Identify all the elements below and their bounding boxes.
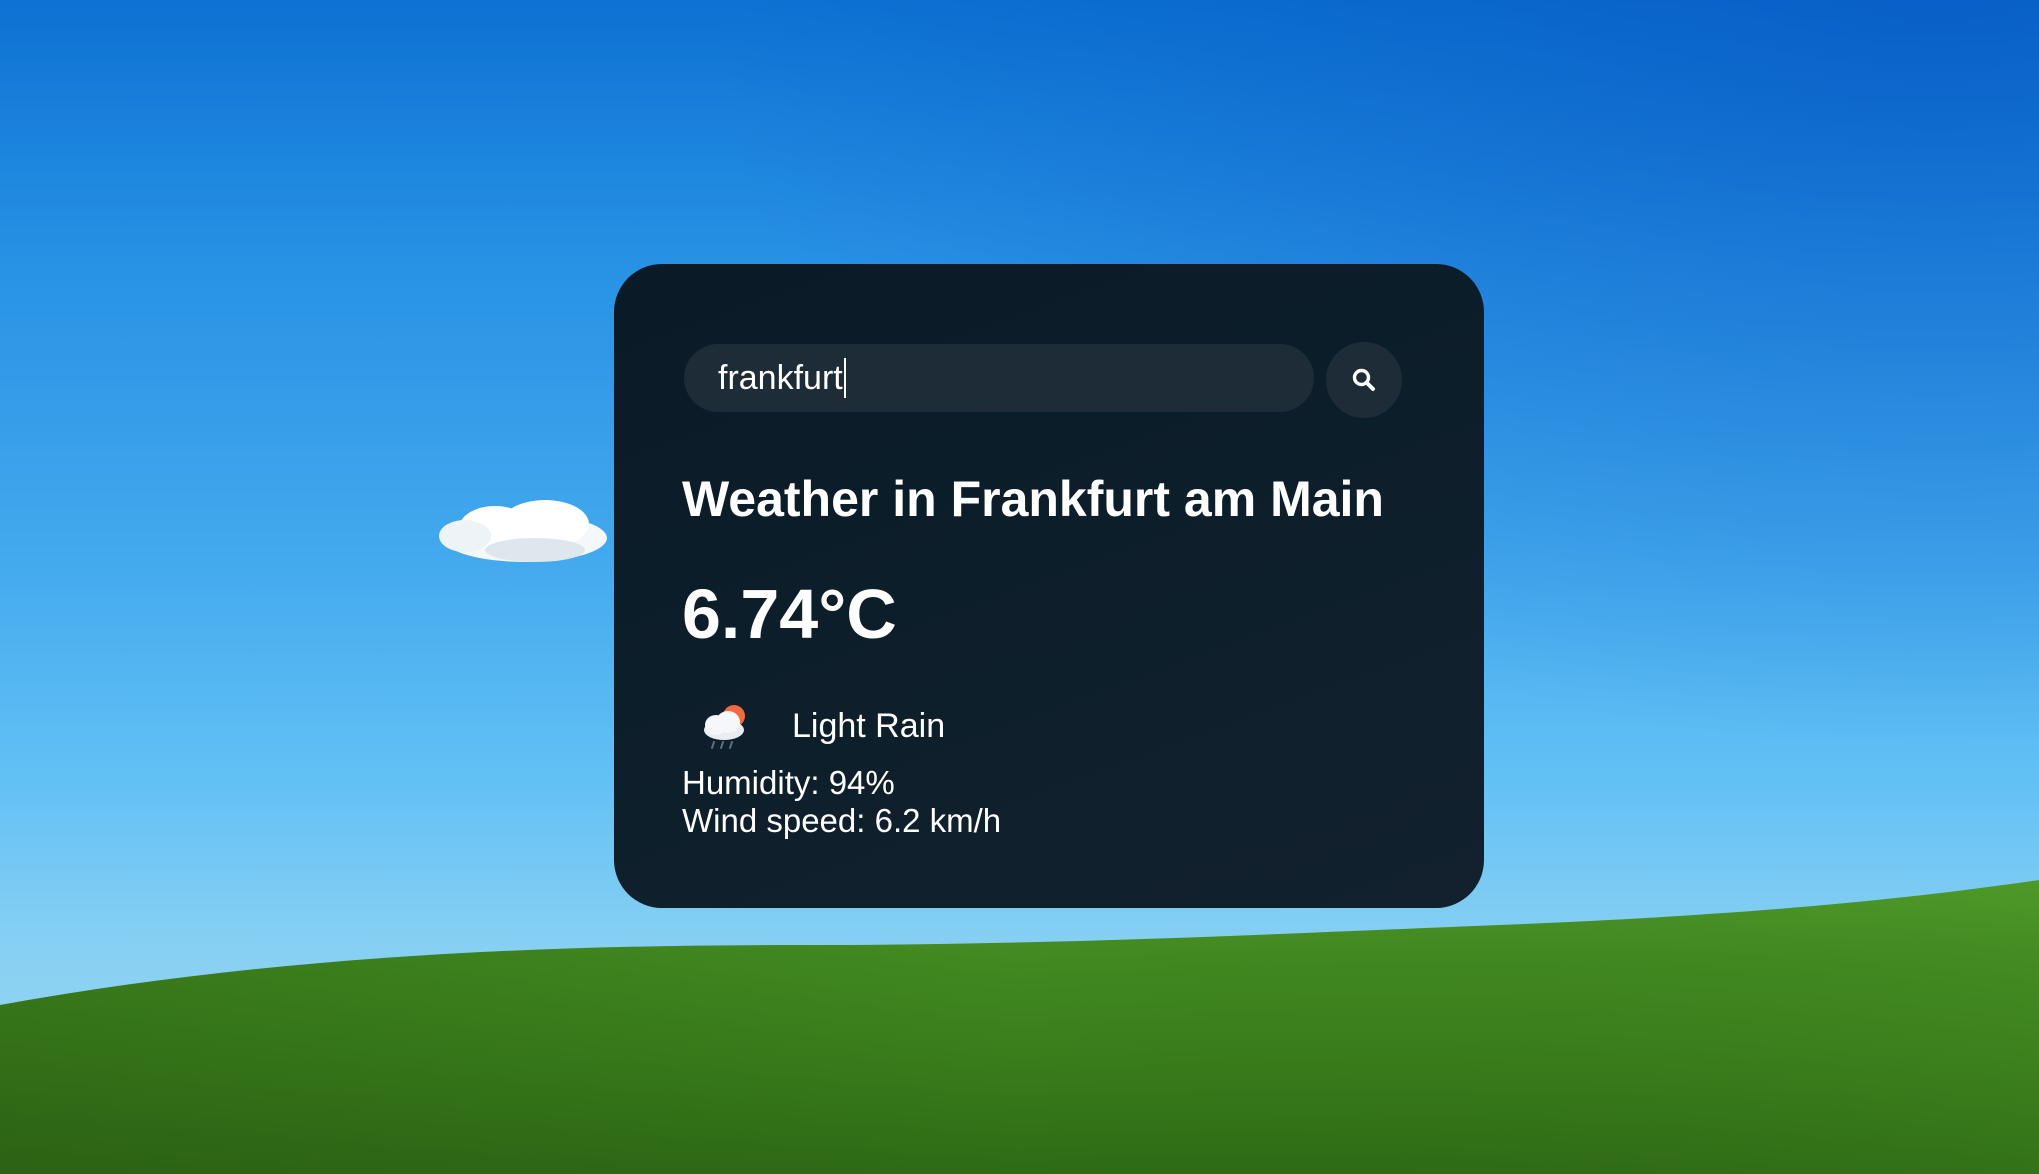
weather-card: frankfurt Weather in Frankfurt am Main 6… bbox=[614, 264, 1484, 908]
cloud-decoration bbox=[439, 500, 607, 562]
weather-condition: Light Rain bbox=[696, 696, 945, 756]
search-input[interactable]: frankfurt bbox=[684, 344, 1314, 412]
text-caret bbox=[843, 358, 846, 398]
wind-speed-label: Wind speed: 6.2 km/h bbox=[682, 802, 1002, 839]
search-icon bbox=[1352, 368, 1375, 391]
temperature-value: 6.74°C bbox=[682, 575, 897, 653]
city-title: Weather in Frankfurt am Main bbox=[682, 471, 1384, 527]
search-input-value: frankfurt bbox=[718, 358, 843, 397]
cloud-sun-rain-icon bbox=[704, 705, 745, 749]
humidity-label: Humidity: 94% bbox=[682, 764, 895, 801]
search-button[interactable] bbox=[1326, 342, 1402, 418]
condition-label: Light Rain bbox=[792, 706, 946, 745]
search-bar: frankfurt bbox=[684, 342, 1420, 420]
